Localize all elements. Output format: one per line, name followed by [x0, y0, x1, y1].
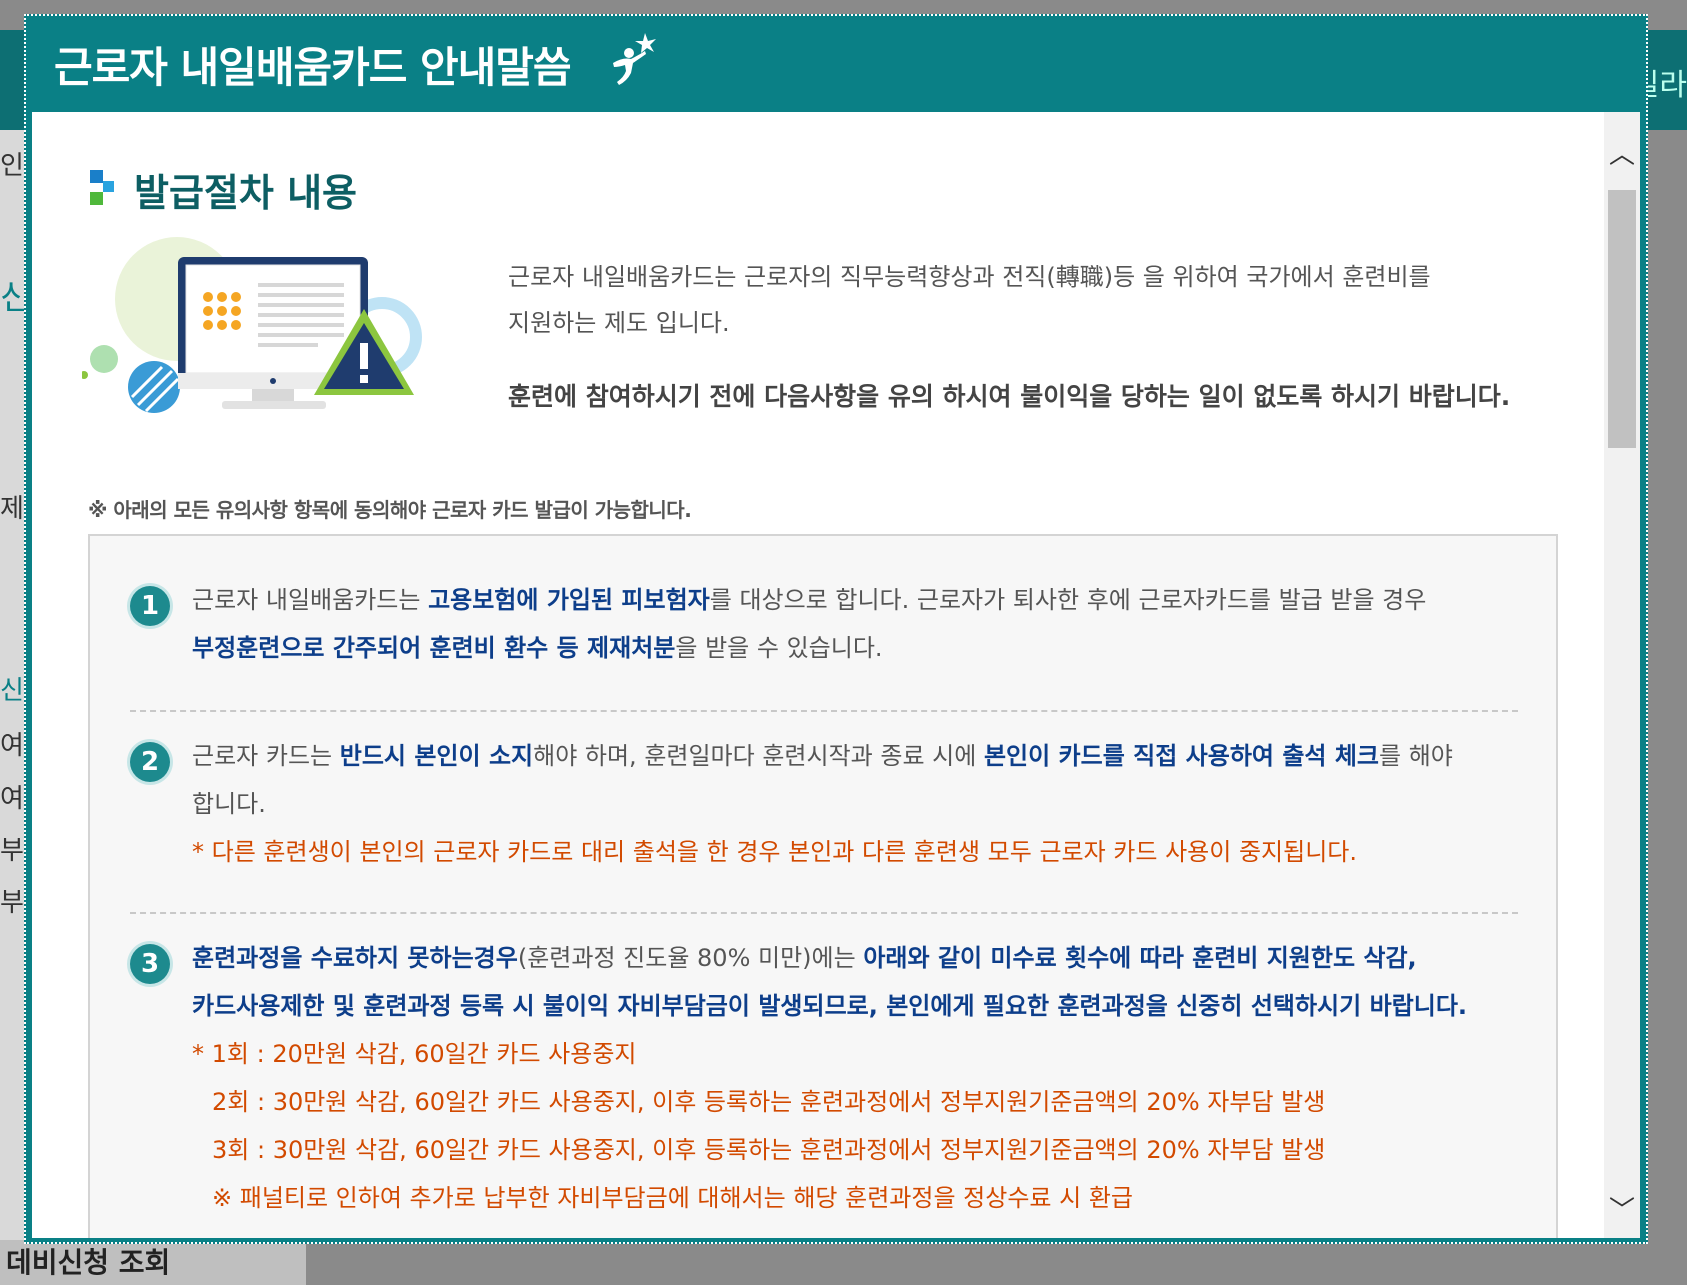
- emphasis-text: 부정훈련으로 간주되어 훈련비 환수 등 제재처분: [192, 634, 676, 662]
- penalty-line: * 1회 : 20만원 삭감, 60일간 카드 사용중지: [192, 1040, 637, 1068]
- text-span: 근로자 카드는: [192, 742, 340, 770]
- emphasis-text: 훈련과정을 수료하지 못하는경우: [192, 944, 518, 972]
- item-number-badge: 1: [130, 586, 170, 626]
- text-span: 을 받을 수 있습니다.: [675, 634, 883, 662]
- item-number-badge: 3: [130, 944, 170, 984]
- bg-fragment: 부: [0, 888, 24, 918]
- dashed-divider: [130, 912, 1518, 914]
- text-span: 근로자 내일배움카드는: [192, 586, 429, 614]
- bg-bottom-link: 데비신청 조회: [0, 1240, 306, 1285]
- scroll-down-icon[interactable]: ﹀: [1604, 1188, 1640, 1228]
- item-text: 근로자 내일배움카드는 고용보험에 가입된 피보험자를 대상으로 합니다. 근로…: [192, 576, 1512, 672]
- penalty-note: ※ 패널티로 인하여 추가로 납부한 자비부담금에 대해서는 해당 훈련과정을 …: [212, 1184, 1133, 1212]
- penalty-line: 2회 : 30만원 삭감, 60일간 카드 사용중지, 이후 등록하는 훈련과정…: [212, 1088, 1326, 1116]
- emphasis-text: 카드사용제한 및 훈련과정 등록 시 불이익 자비부담금이 발생되므로, 본인에…: [192, 992, 1468, 1020]
- agreement-note: ※ 아래의 모든 유의사항 항목에 동의해야 근로자 카드 발급이 가능합니다.: [88, 498, 692, 522]
- modal-body[interactable]: 발급절차 내용 근로자 내일배움카드는 근로자의 직무능력향상과 전직(轉職)등…: [32, 112, 1640, 1238]
- warning-text: * 다른 훈련생이 본인의 근로자 카드로 대리 출석을 한 경우 본인과 다른…: [192, 838, 1357, 866]
- section-title: 발급절차 내용: [134, 171, 357, 215]
- modal-header: 근로자 내일배움카드 안내말씀: [26, 16, 1646, 112]
- item-text: 훈련과정을 수료하지 못하는경우(훈련과정 진도율 80% 미만)에는 아래와 …: [192, 934, 1512, 1222]
- penalty-line: 3회 : 30만원 삭감, 60일간 카드 사용중지, 이후 등록하는 훈련과정…: [212, 1136, 1326, 1164]
- emphasis-text: 반드시 본인이 소지: [339, 742, 534, 770]
- bg-fragment: 여: [0, 731, 24, 761]
- scroll-up-icon[interactable]: ︿: [1604, 132, 1640, 172]
- notice-modal: 근로자 내일배움카드 안내말씀 발급절차 내용 근로자 내일배움카드는 근로자의…: [24, 14, 1648, 1244]
- item-number-badge: 2: [130, 742, 170, 782]
- vertical-scrollbar[interactable]: ︿ ﹀: [1604, 112, 1640, 1238]
- bg-fragment: 부: [0, 836, 24, 866]
- dashed-divider: [130, 710, 1518, 712]
- item-text: 근로자 카드는 반드시 본인이 소지해야 하며, 훈련일마다 훈련시작과 종료 …: [192, 732, 1512, 876]
- intro-emphasis: 훈련에 참여하시기 전에 다음사항을 유의 하시여 불이익을 당하는 일이 없도…: [508, 382, 1511, 411]
- section-heading: 발급절차 내용: [90, 162, 357, 217]
- intro-line: 지원하는 제도 입니다.: [508, 309, 730, 337]
- bg-fragment: 여: [0, 784, 24, 814]
- text-span: (훈련과정 진도율 80% 미만)에는: [517, 944, 864, 972]
- emphasis-text: 본인이 카드를 직접 사용하여 출석 체크: [983, 742, 1380, 770]
- caution-list: 1 근로자 내일배움카드는 고용보험에 가입된 피보험자를 대상으로 합니다. …: [88, 534, 1558, 1238]
- text-span: 를 대상으로 합니다. 근로자가 퇴사한 후에 근로자카드를 발급 받을 경우: [709, 586, 1427, 614]
- text-span: 해야 하며, 훈련일마다 훈련시작과 종료 시에: [533, 742, 984, 770]
- modal-title: 근로자 내일배움카드 안내말씀: [54, 42, 572, 92]
- scroll-thumb[interactable]: [1608, 190, 1636, 448]
- text-span: 합니다.: [192, 790, 266, 818]
- emphasis-text: 고용보험에 가입된 피보험자: [428, 586, 710, 614]
- intro-line: 근로자 내일배움카드는 근로자의 직무능력향상과 전직(轉職)등 을 위하여 국…: [508, 263, 1431, 291]
- text-span: 를 해야: [1379, 742, 1453, 770]
- sparkle-figure-icon: [601, 27, 665, 95]
- section-bullet-icon: [90, 169, 116, 210]
- monitor-warning-illustration: [80, 237, 453, 441]
- bg-fragment: 제: [0, 494, 24, 524]
- emphasis-text: 아래와 같이 미수료 횟수에 따라 훈련비 지원한도 삭감,: [863, 944, 1417, 972]
- intro-text: 근로자 내일배움카드는 근로자의 직무능력향상과 전직(轉職)등 을 위하여 국…: [508, 254, 1508, 346]
- bg-fragment: 인: [0, 151, 24, 181]
